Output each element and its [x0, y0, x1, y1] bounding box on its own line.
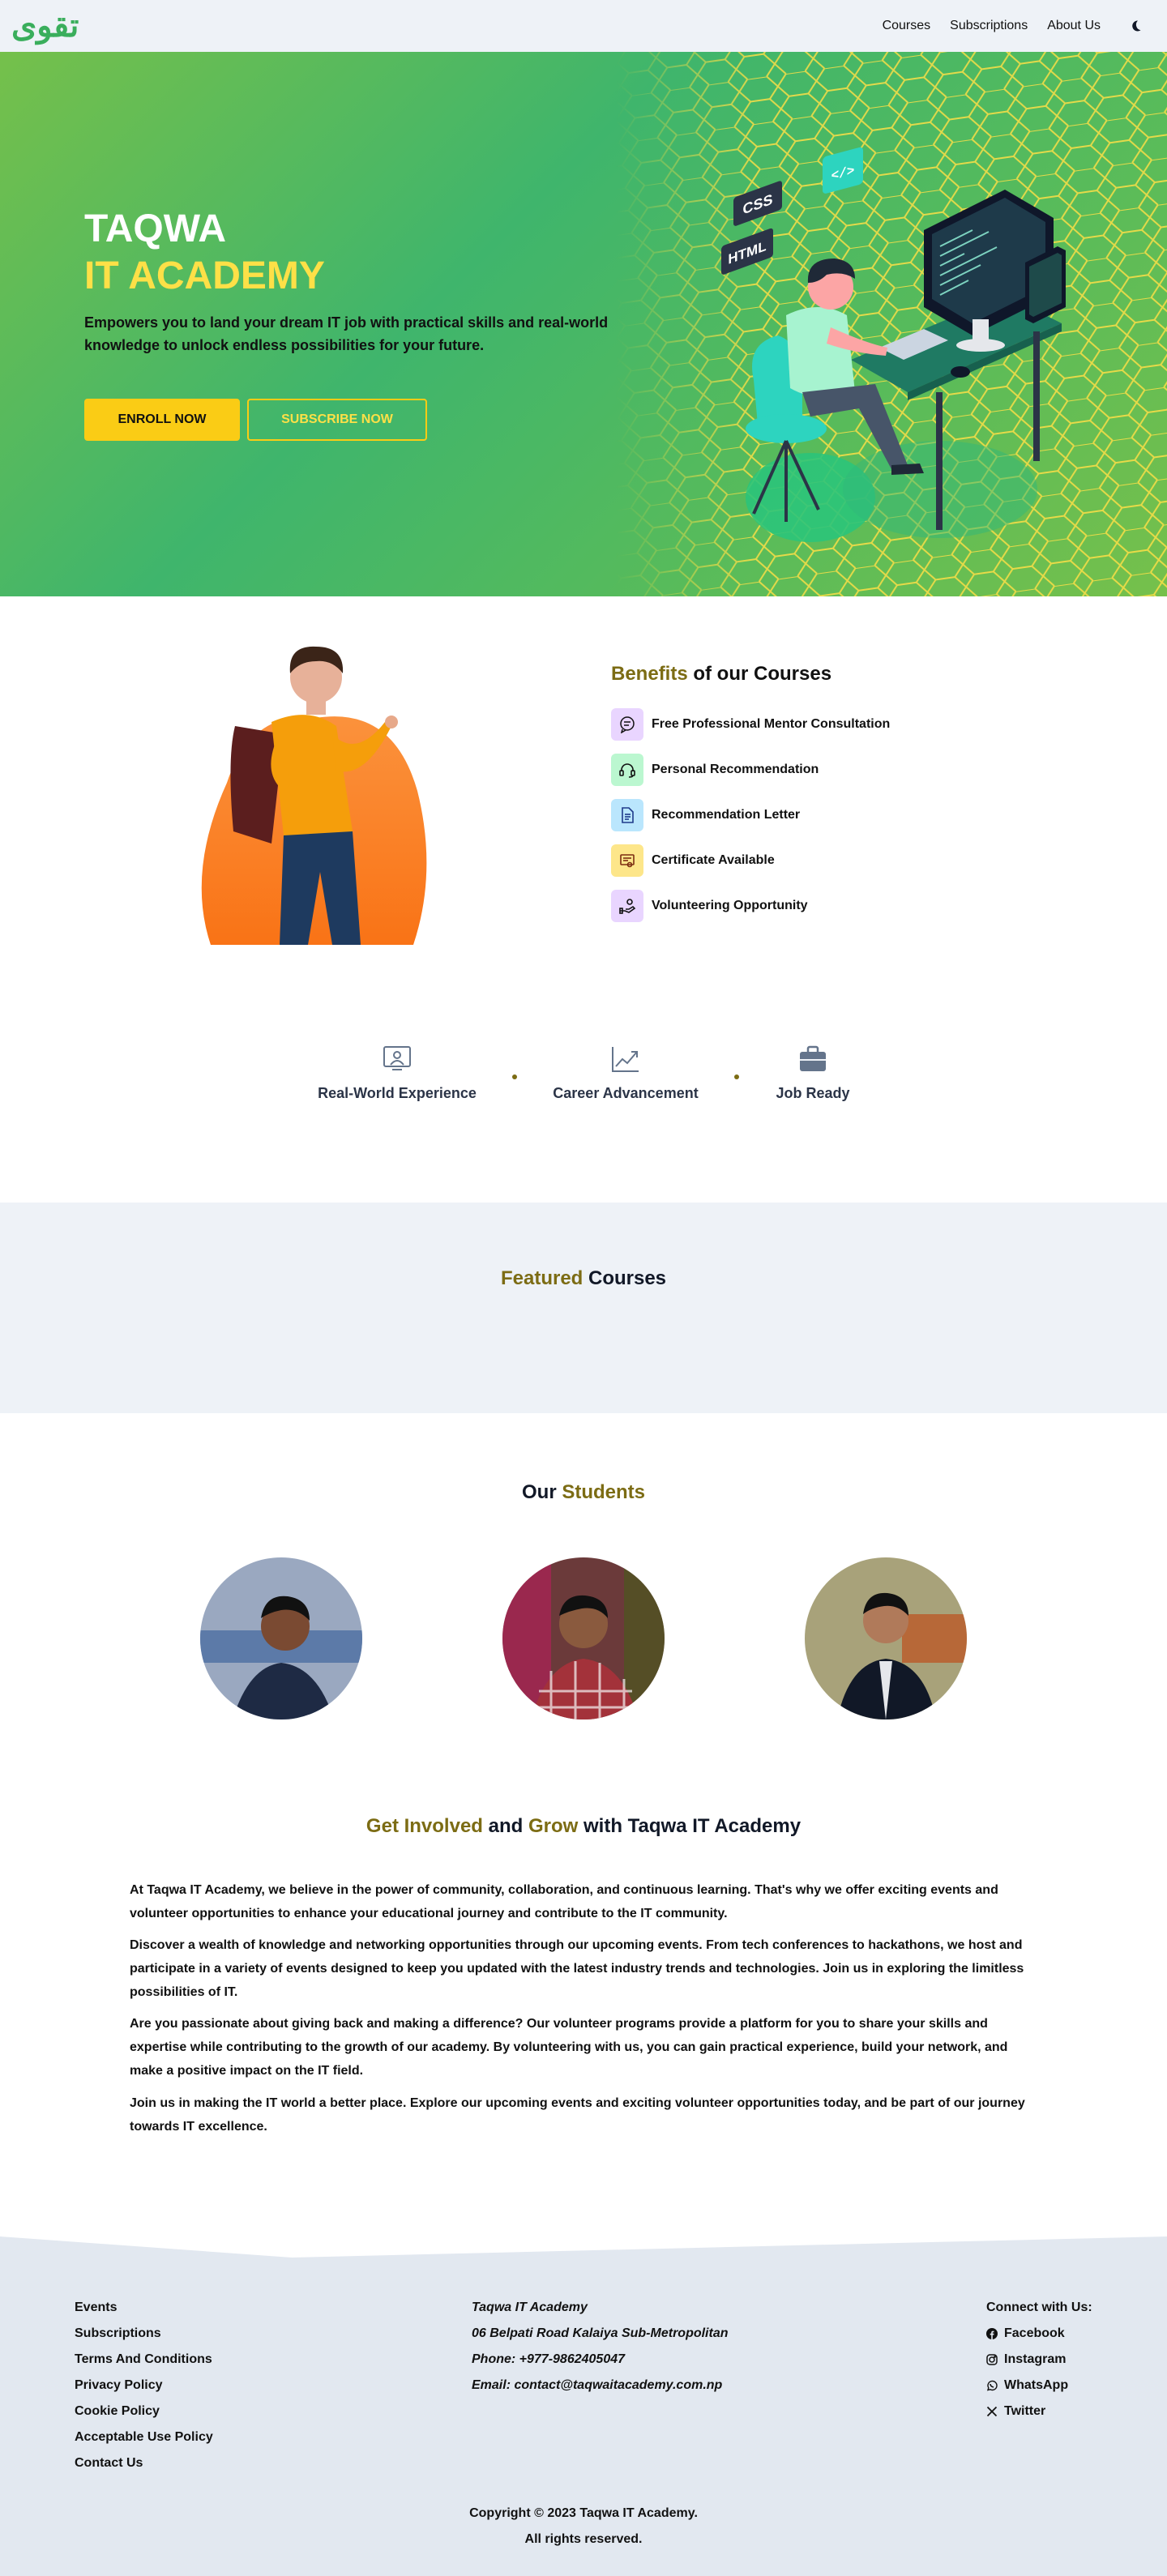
students-title: Our Students	[521, 1481, 645, 1503]
footer-link-events[interactable]: Events	[75, 2295, 213, 2321]
footer-link-privacy[interactable]: Privacy Policy	[75, 2373, 213, 2399]
involved-paragraph: Discover a wealth of knowledge and netwo…	[130, 1938, 1024, 1999]
developer-illustration: CSS HTML </>	[721, 147, 1066, 542]
benefit-label: Free Professional Mentor Consultation	[652, 717, 891, 731]
benefit-item-certificate: Certificate Available	[611, 844, 1016, 877]
nav-link-subscriptions[interactable]: Subscriptions	[950, 19, 1028, 33]
site-footer: Events Subscriptions Terms And Condition…	[0, 2236, 1167, 2576]
benefit-label: Personal Recommendation	[652, 763, 819, 776]
hero-text: TAQWA IT ACADEMY Empowers you to land yo…	[84, 206, 635, 441]
feature-label: Career Advancement	[553, 1085, 699, 1101]
instagram-icon	[986, 2354, 998, 2365]
footer-link-acceptable-use[interactable]: Acceptable Use Policy	[75, 2424, 213, 2450]
involved-paragraph: Join us in making the IT world a better …	[130, 2096, 1025, 2134]
moon-icon[interactable]	[1126, 17, 1144, 35]
involved-paragraph: Are you passionate about giving back and…	[130, 2017, 1008, 2078]
css-tag: CSS	[733, 181, 782, 226]
footer-org-name: Taqwa IT Academy	[472, 2300, 588, 2314]
footer-email: Email: contact@taqwaitacademy.com.np	[472, 2378, 723, 2392]
features-strip: Real-World Experience Career Advancement…	[0, 1045, 1167, 1110]
all-rights-reserved: All rights reserved.	[524, 2532, 643, 2546]
hero-buttons: ENROLL NOW SUBSCRIBE NOW	[84, 399, 635, 441]
featured-courses-title: Featured Courses	[500, 1267, 667, 1289]
feature-real-world: Real-World Experience	[308, 1045, 486, 1102]
facebook-icon	[986, 2328, 998, 2339]
presentation-icon	[383, 1046, 411, 1070]
briefcase-icon	[800, 1045, 826, 1071]
html-tag: HTML	[721, 228, 773, 275]
whatsapp-icon	[986, 2380, 998, 2391]
footer-link-contact[interactable]: Contact Us	[75, 2450, 213, 2476]
separator-dot	[734, 1074, 739, 1079]
benefit-label: Recommendation Letter	[652, 808, 801, 822]
footer-street: 06 Belpati Road Kalaiya Sub-Metropolitan	[472, 2326, 729, 2340]
nav-link-about-us[interactable]: About Us	[1047, 19, 1101, 33]
benefit-item-recommendation: Personal Recommendation	[611, 754, 1016, 786]
featured-courses-section: Featured Courses	[0, 1203, 1167, 1413]
feature-label: Job Ready	[776, 1085, 850, 1101]
hero-title-line2: IT ACADEMY	[84, 254, 325, 297]
student-avatar-2[interactable]	[502, 1557, 665, 1719]
footer-phone: Phone: +977-9862405047	[472, 2352, 626, 2366]
top-nav: تقوى Courses Subscriptions About Us	[0, 0, 1167, 52]
code-tag: </>	[823, 147, 863, 194]
footer-link-cookie[interactable]: Cookie Policy	[75, 2399, 213, 2424]
document-icon	[611, 799, 643, 831]
chat-icon	[611, 708, 643, 741]
volunteer-icon	[611, 890, 643, 922]
benefit-item-letter: Recommendation Letter	[611, 799, 1016, 831]
footer-link-subscriptions[interactable]: Subscriptions	[75, 2321, 213, 2347]
certificate-icon	[611, 844, 643, 877]
footer-social: Connect with Us: Facebook Instagram What…	[986, 2295, 1092, 2424]
student-photo	[201, 646, 427, 945]
hero-subtitle: Empowers you to land your dream IT job w…	[84, 314, 609, 353]
benefit-item-volunteering: Volunteering Opportunity	[611, 890, 1016, 922]
copyright: Copyright © 2023 Taqwa IT Academy.	[469, 2506, 698, 2520]
subscribe-now-button[interactable]: SUBSCRIBE NOW	[247, 399, 427, 441]
benefits-list: Benefits of our Courses Free Professiona…	[611, 663, 1016, 922]
benefits-title: Benefits of our Courses	[611, 663, 832, 685]
students-section: Our Students	[0, 1413, 1167, 1778]
involved-paragraph: At Taqwa IT Academy, we believe in the p…	[130, 1883, 998, 1920]
benefit-label: Certificate Available	[652, 853, 775, 867]
footer-link-terms[interactable]: Terms And Conditions	[75, 2347, 213, 2373]
feature-job-ready: Job Ready	[746, 1045, 880, 1102]
footer-address: Taqwa IT Academy 06 Belpati Road Kalaiya…	[472, 2295, 729, 2399]
social-facebook[interactable]: Facebook	[986, 2321, 1092, 2347]
headset-icon	[611, 754, 643, 786]
feature-label: Real-World Experience	[318, 1085, 477, 1101]
x-twitter-icon	[986, 2406, 998, 2417]
get-involved-title: Get Involved and Grow with Taqwa IT Acad…	[365, 1815, 802, 1837]
benefit-label: Volunteering Opportunity	[652, 899, 808, 912]
feature-career: Career Advancement	[536, 1045, 715, 1102]
social-instagram[interactable]: Instagram	[986, 2347, 1092, 2373]
benefits-section: Benefits of our Courses Free Professiona…	[0, 596, 1167, 1002]
site-logo[interactable]: تقوى	[11, 10, 79, 42]
footer-links: Events Subscriptions Terms And Condition…	[75, 2295, 213, 2476]
get-involved-section: Get Involved and Grow with Taqwa IT Acad…	[0, 1815, 1167, 2134]
enroll-now-button[interactable]: ENROLL NOW	[84, 399, 240, 441]
nav-links: Courses Subscriptions About Us	[883, 17, 1144, 35]
social-whatsapp[interactable]: WhatsApp	[986, 2373, 1092, 2399]
connect-title: Connect with Us:	[986, 2300, 1092, 2314]
nav-link-courses[interactable]: Courses	[883, 19, 931, 33]
trending-up-icon	[612, 1047, 639, 1072]
benefit-item-mentor: Free Professional Mentor Consultation	[611, 708, 1016, 741]
social-twitter[interactable]: Twitter	[986, 2399, 1092, 2424]
hero-title-line1: TAQWA	[84, 207, 227, 250]
separator-dot	[512, 1074, 517, 1079]
student-avatar-3[interactable]	[805, 1557, 967, 1719]
student-avatar-1[interactable]	[200, 1557, 362, 1719]
hero-section: TAQWA IT ACADEMY Empowers you to land yo…	[0, 52, 1167, 596]
